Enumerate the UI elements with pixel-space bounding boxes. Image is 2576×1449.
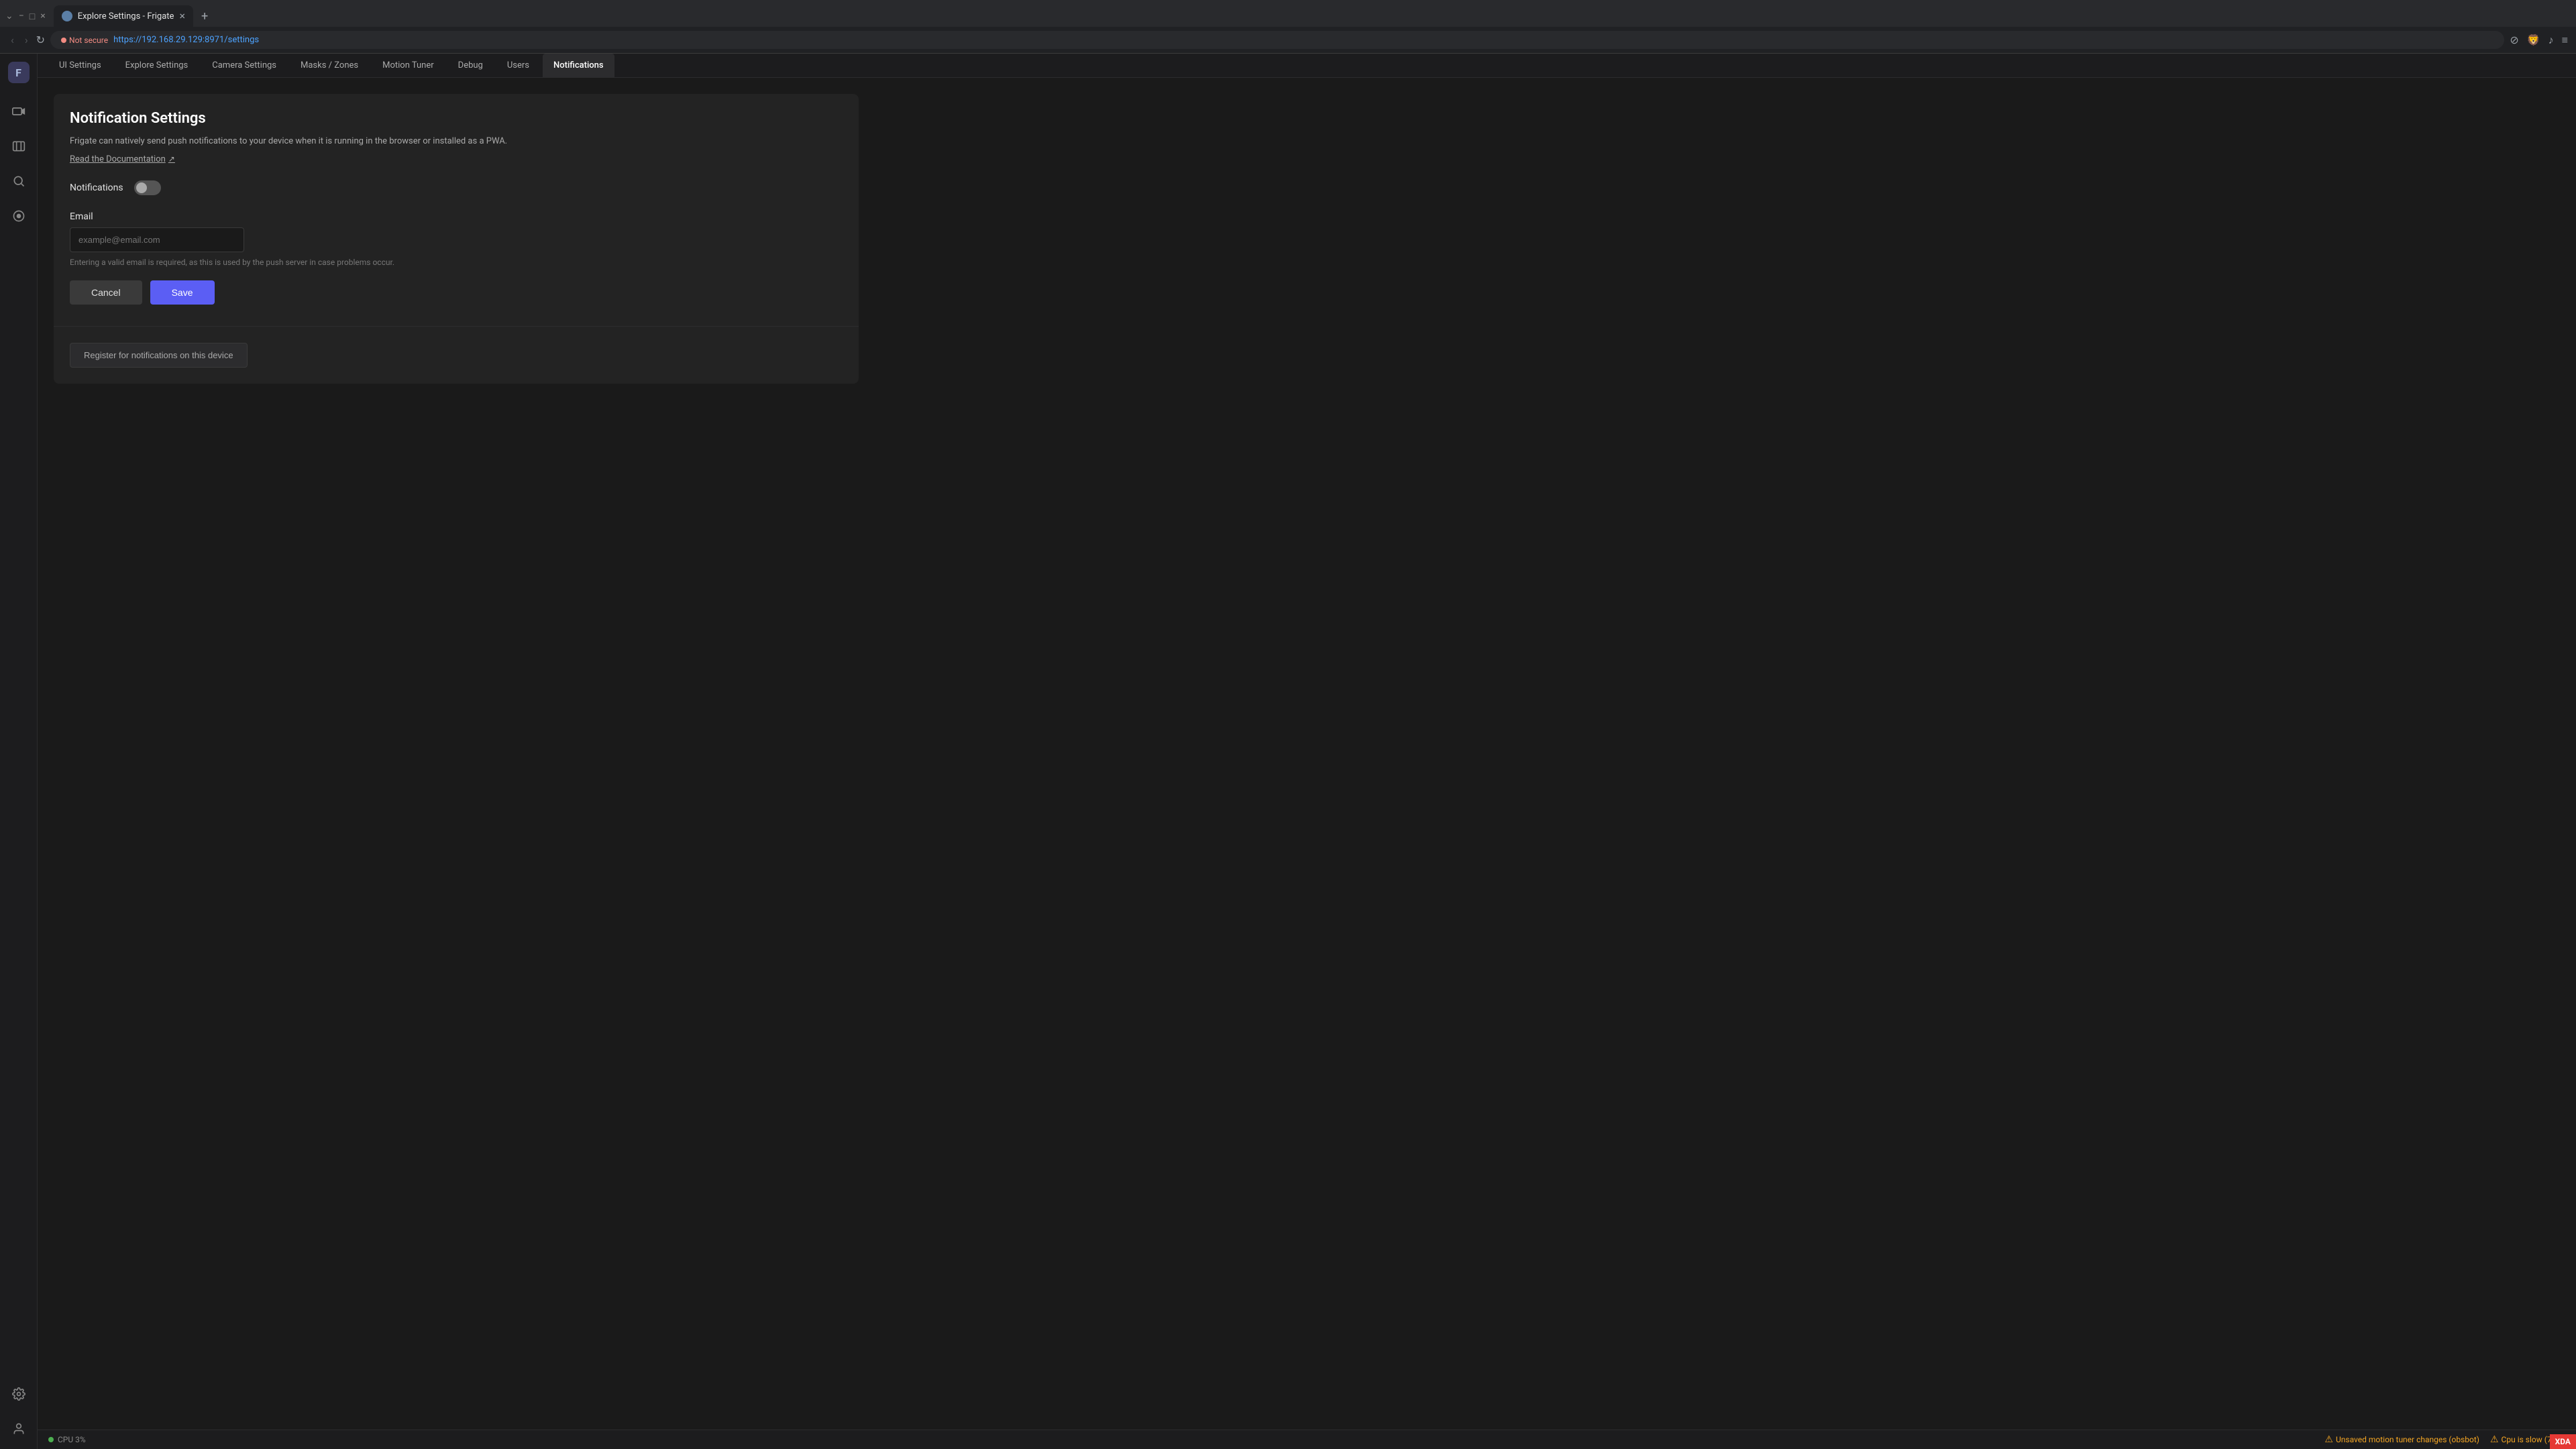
tab-notifications[interactable]: Notifications bbox=[543, 54, 614, 77]
page-content: Notification Settings Frigate can native… bbox=[38, 78, 2576, 1430]
warning-icon-2: ⚠ bbox=[2490, 1434, 2499, 1445]
email-hint: Entering a valid email is required, as t… bbox=[70, 258, 843, 267]
toggle-thumb bbox=[136, 182, 147, 193]
sidebar-item-user[interactable] bbox=[7, 1417, 31, 1441]
action-buttons: Cancel Save bbox=[70, 280, 843, 305]
active-tab[interactable]: Explore Settings - Frigate × bbox=[54, 5, 193, 27]
warning-motion-tuner: ⚠ Unsaved motion tuner changes (obsbot) bbox=[2324, 1434, 2479, 1445]
tab-masks-zones[interactable]: Masks / Zones bbox=[290, 54, 369, 77]
email-input[interactable] bbox=[70, 227, 244, 252]
media-icon[interactable]: ♪ bbox=[2548, 34, 2554, 47]
back-button[interactable]: ‹ bbox=[8, 31, 17, 49]
notifications-toggle-row: Notifications bbox=[70, 180, 843, 195]
notifications-label: Notifications bbox=[70, 182, 123, 193]
refresh-button[interactable]: ↻ bbox=[36, 34, 45, 46]
doc-link[interactable]: Read the Documentation ↗ bbox=[70, 154, 175, 164]
tab-title: Explore Settings - Frigate bbox=[78, 11, 174, 21]
section-divider bbox=[54, 326, 859, 327]
window-maximize[interactable]: □ bbox=[30, 11, 35, 22]
tab-users[interactable]: Users bbox=[496, 54, 540, 77]
security-label: Not secure bbox=[69, 36, 108, 45]
security-indicator: Not secure bbox=[61, 36, 108, 45]
sidebar-item-search[interactable] bbox=[7, 169, 31, 193]
sidebar: F bbox=[0, 54, 38, 1449]
sidebar-item-recordings[interactable] bbox=[7, 134, 31, 158]
status-bar: CPU 3% ⚠ Unsaved motion tuner changes (o… bbox=[38, 1430, 2576, 1449]
cancel-button[interactable]: Cancel bbox=[70, 280, 142, 305]
sidebar-item-cameras[interactable] bbox=[7, 99, 31, 123]
xda-logo: XDA bbox=[2550, 1434, 2576, 1449]
settings-card: Notification Settings Frigate can native… bbox=[54, 94, 859, 384]
top-nav: UI Settings Explore Settings Camera Sett… bbox=[38, 54, 2576, 78]
notifications-toggle[interactable] bbox=[134, 180, 161, 195]
external-link-icon: ↗ bbox=[168, 154, 175, 164]
tab-explore-settings[interactable]: Explore Settings bbox=[115, 54, 199, 77]
save-button[interactable]: Save bbox=[150, 280, 215, 305]
window-close[interactable]: × bbox=[40, 11, 45, 21]
brave-shield-icon[interactable]: 🦁 bbox=[2527, 34, 2540, 46]
menu-icon[interactable]: ≡ bbox=[2562, 34, 2568, 47]
tab-bar: ⌄ − □ × Explore Settings - Frigate × + bbox=[0, 0, 2576, 27]
window-chevron[interactable]: ⌄ bbox=[5, 11, 13, 21]
url-text: https://192.168.29.129:8971/settings bbox=[113, 35, 259, 45]
cpu-indicator: CPU 3% bbox=[48, 1435, 86, 1444]
bookmark-icon[interactable]: ⊘ bbox=[2510, 34, 2518, 46]
status-warnings: ⚠ Unsaved motion tuner changes (obsbot) … bbox=[2324, 1434, 2565, 1445]
address-input[interactable]: Not secure https://192.168.29.129:8971/s… bbox=[50, 31, 2504, 49]
page-title: Notification Settings bbox=[70, 110, 843, 127]
browser-actions: ⊘ 🦁 ♪ ≡ bbox=[2510, 34, 2568, 47]
sidebar-item-history[interactable] bbox=[7, 204, 31, 228]
security-dot bbox=[61, 38, 66, 43]
tab-debug[interactable]: Debug bbox=[447, 54, 494, 77]
new-tab-button[interactable]: + bbox=[196, 7, 213, 26]
window-minimize[interactable]: − bbox=[19, 11, 24, 21]
warning-icon-1: ⚠ bbox=[2324, 1434, 2333, 1445]
app-container: F UI Settings Explore Settings Camera Se… bbox=[0, 54, 2576, 1449]
warning-text-1: Unsaved motion tuner changes (obsbot) bbox=[2336, 1435, 2479, 1444]
cpu-dot bbox=[48, 1437, 54, 1442]
cpu-label: CPU 3% bbox=[58, 1435, 86, 1444]
tab-ui-settings[interactable]: UI Settings bbox=[48, 54, 112, 77]
tab-favicon bbox=[62, 11, 72, 21]
browser-chrome: ⌄ − □ × Explore Settings - Frigate × + ‹… bbox=[0, 0, 2576, 54]
sidebar-item-settings[interactable] bbox=[7, 1382, 31, 1406]
tab-camera-settings[interactable]: Camera Settings bbox=[201, 54, 287, 77]
main-content: UI Settings Explore Settings Camera Sett… bbox=[38, 54, 2576, 1449]
tab-motion-tuner[interactable]: Motion Tuner bbox=[372, 54, 445, 77]
page-description: Frigate can natively send push notificat… bbox=[70, 135, 843, 148]
register-device-button[interactable]: Register for notifications on this devic… bbox=[70, 343, 248, 368]
app-logo: F bbox=[8, 62, 30, 83]
tab-close-button[interactable]: × bbox=[179, 11, 185, 21]
email-label: Email bbox=[70, 211, 843, 222]
forward-button[interactable]: › bbox=[22, 31, 31, 49]
email-form-group: Email bbox=[70, 211, 843, 252]
address-bar: ‹ › ↻ Not secure https://192.168.29.129:… bbox=[0, 27, 2576, 53]
